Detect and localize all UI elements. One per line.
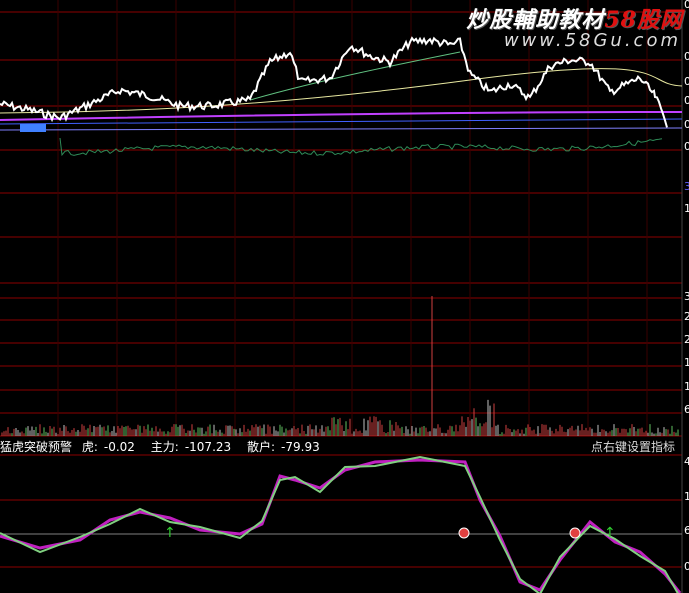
- axis-tick-label: 2: [684, 333, 689, 346]
- indicator-header: 猛虎突破预警 虎: -0.02 主力: -107.23 散户: -79.93 点右键设…: [0, 439, 689, 455]
- buy-signal-icon: ↑: [604, 525, 616, 541]
- axis-tick-label: 1: [684, 356, 689, 369]
- main-value: -107.23: [184, 440, 232, 454]
- axis-tick-label: 3: [684, 180, 689, 193]
- ma-purple-line: [0, 111, 683, 121]
- main-label: 主力:: [150, 440, 179, 454]
- axis-tick-label: 4: [684, 455, 689, 468]
- opening-block: [20, 124, 46, 132]
- tiger-value: -0.02: [103, 440, 135, 454]
- axis-tick-label: 1: [684, 202, 689, 215]
- axis-tick-label: 0: [684, 140, 689, 153]
- axis-tick-label: 1: [684, 490, 689, 503]
- watermark-url: www.58Gu.com: [503, 30, 681, 51]
- axis-tick-label: 2: [684, 310, 689, 323]
- ma-green-line: [249, 51, 461, 101]
- axis-tick-label: 6: [684, 524, 689, 537]
- indicator-settings-hint[interactable]: 点右键设置指标: [591, 439, 675, 455]
- average-price-line: [59, 137, 663, 157]
- axis-tick-label: 0: [684, 560, 689, 573]
- ma-lightblue-line: [0, 127, 683, 131]
- axis-tick-label: 0: [684, 118, 689, 131]
- axis-tick-label: 6: [684, 403, 689, 416]
- indicator-name[interactable]: 猛虎突破预警: [0, 440, 72, 454]
- ma-blue-line: [0, 118, 683, 125]
- buy-signal-icon: ↑: [164, 525, 176, 541]
- axis-tick-label: 0: [684, 94, 689, 107]
- stock-chart-canvas[interactable]: ↑ ↑ 0 0 0 0 0 0 3 1 3 2 2 1 1 6 4 1 6 0: [0, 0, 689, 593]
- retail-label: 散户:: [246, 440, 276, 454]
- axis-tick-label: 3: [684, 290, 689, 303]
- alert-ball-icon: [458, 527, 470, 539]
- alert-ball-icon: [569, 527, 581, 539]
- axis-tick-label: 0: [684, 75, 689, 88]
- tiger-label: 虎:: [81, 440, 98, 454]
- retail-value: -79.93: [281, 440, 320, 454]
- axis-tick-label: 0: [684, 0, 689, 11]
- axis-tick-label: 0: [684, 50, 689, 63]
- axis-tick-label: 1: [684, 380, 689, 393]
